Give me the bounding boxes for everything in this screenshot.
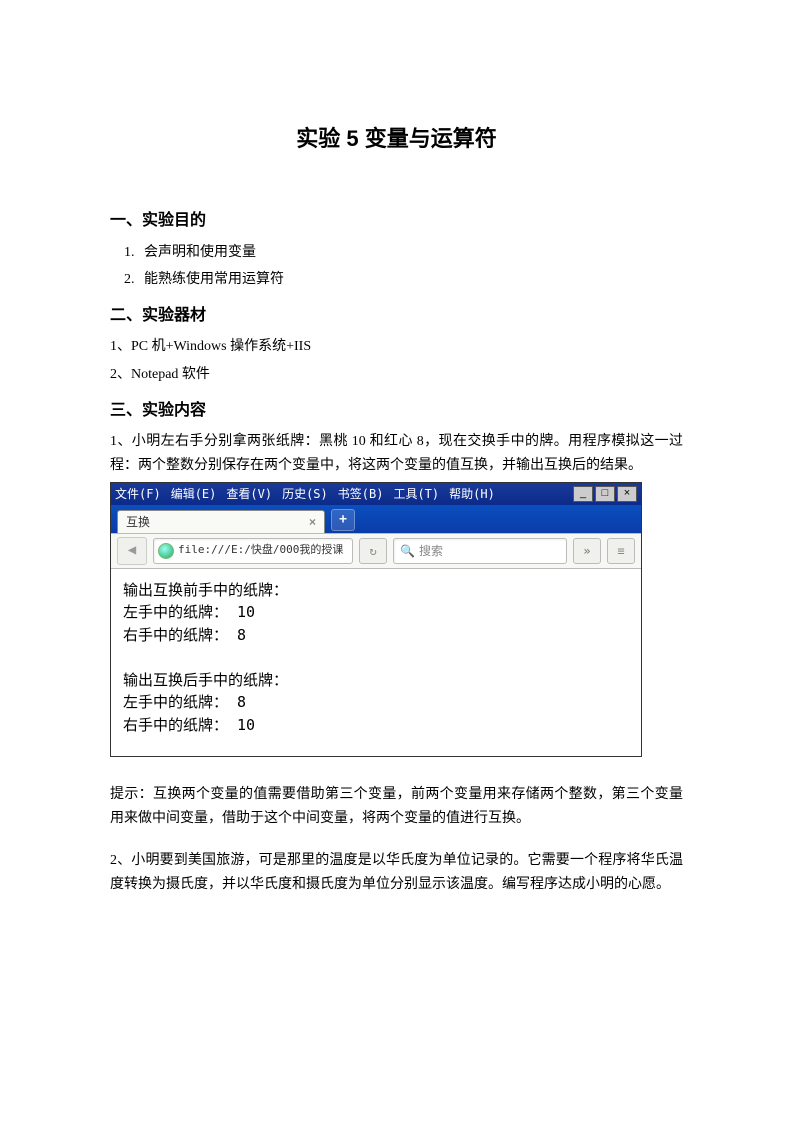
browser-menubar: 文件(F) 编辑(E) 查看(V) 历史(S) 书签(B) 工具(T) 帮助(H… (111, 483, 641, 505)
search-input[interactable]: 🔍 搜索 (393, 538, 567, 564)
output-right-after: 右手中的纸牌： 10 (123, 714, 629, 737)
menu-button[interactable]: ≡ (607, 538, 635, 564)
browser-tabstrip: 互换 × + (111, 505, 641, 533)
menu-tools[interactable]: 工具(T) (393, 484, 439, 504)
output-right-before: 右手中的纸牌： 8 (123, 624, 629, 647)
output-before-heading: 输出互换前手中的纸牌： (123, 579, 629, 602)
new-tab-button[interactable]: + (331, 509, 355, 531)
section-2-heading: 二、实验器材 (110, 302, 683, 329)
menu-view[interactable]: 查看(V) (226, 484, 272, 504)
objective-1: 会声明和使用变量 (138, 241, 683, 265)
section-1-heading: 一、实验目的 (110, 207, 683, 234)
url-text: file:///E:/快盘/000我的授课 (178, 541, 343, 560)
task-1-text: 1、小明左右手分别拿两张纸牌：黑桃 10 和红心 8，现在交换手中的牌。用程序模… (110, 430, 683, 478)
minimize-button[interactable]: _ (573, 486, 593, 502)
task-2-text: 2、小明要到美国旅游，可是那里的温度是以华氏度为单位记录的。它需要一个程序将华氏… (110, 849, 683, 897)
reload-button[interactable]: ↻ (359, 538, 387, 564)
reload-icon: ↻ (369, 541, 376, 561)
menu-edit[interactable]: 编辑(E) (171, 484, 217, 504)
back-button[interactable]: ◀ (117, 537, 147, 565)
browser-window: 文件(F) 编辑(E) 查看(V) 历史(S) 书签(B) 工具(T) 帮助(H… (110, 482, 642, 758)
equipment-2: 2、Notepad 软件 (110, 363, 683, 387)
chevron-right-icon: » (583, 541, 590, 561)
output-after-heading: 输出互换后手中的纸牌： (123, 669, 629, 692)
hamburger-icon: ≡ (617, 541, 624, 561)
section-3-heading: 三、实验内容 (110, 397, 683, 424)
doc-title: 实验 5 变量与运算符 (110, 120, 683, 157)
equipment-1: 1、PC 机+Windows 操作系统+IIS (110, 335, 683, 359)
window-buttons: _ □ × (573, 486, 637, 502)
globe-icon (158, 543, 174, 559)
objectives-list: 会声明和使用变量 能熟练使用常用运算符 (110, 241, 683, 293)
browser-toolbar: ◀ file:///E:/快盘/000我的授课 ↻ 🔍 搜索 » ≡ (111, 533, 641, 569)
browser-tab[interactable]: 互换 × (117, 510, 325, 533)
url-input[interactable]: file:///E:/快盘/000我的授课 (153, 538, 353, 564)
output-left-after: 左手中的纸牌： 8 (123, 691, 629, 714)
arrow-left-icon: ◀ (128, 539, 136, 563)
search-placeholder: 搜索 (419, 541, 443, 561)
menu-history[interactable]: 历史(S) (282, 484, 328, 504)
more-button[interactable]: » (573, 538, 601, 564)
close-button[interactable]: × (617, 486, 637, 502)
document-page: 实验 5 变量与运算符 一、实验目的 会声明和使用变量 能熟练使用常用运算符 二… (0, 0, 793, 1122)
search-icon: 🔍 (400, 541, 415, 561)
tab-close-icon[interactable]: × (309, 512, 316, 532)
browser-content: 输出互换前手中的纸牌： 左手中的纸牌： 10 右手中的纸牌： 8 输出互换后手中… (111, 569, 641, 757)
output-left-before: 左手中的纸牌： 10 (123, 601, 629, 624)
menu-bookmark[interactable]: 书签(B) (338, 484, 384, 504)
menu-file[interactable]: 文件(F) (115, 484, 161, 504)
maximize-button[interactable]: □ (595, 486, 615, 502)
menu-help[interactable]: 帮助(H) (449, 484, 495, 504)
hint-text: 提示：互换两个变量的值需要借助第三个变量，前两个变量用来存储两个整数，第三个变量… (110, 783, 683, 831)
objective-2: 能熟练使用常用运算符 (138, 268, 683, 292)
tab-title: 互换 (126, 512, 150, 532)
